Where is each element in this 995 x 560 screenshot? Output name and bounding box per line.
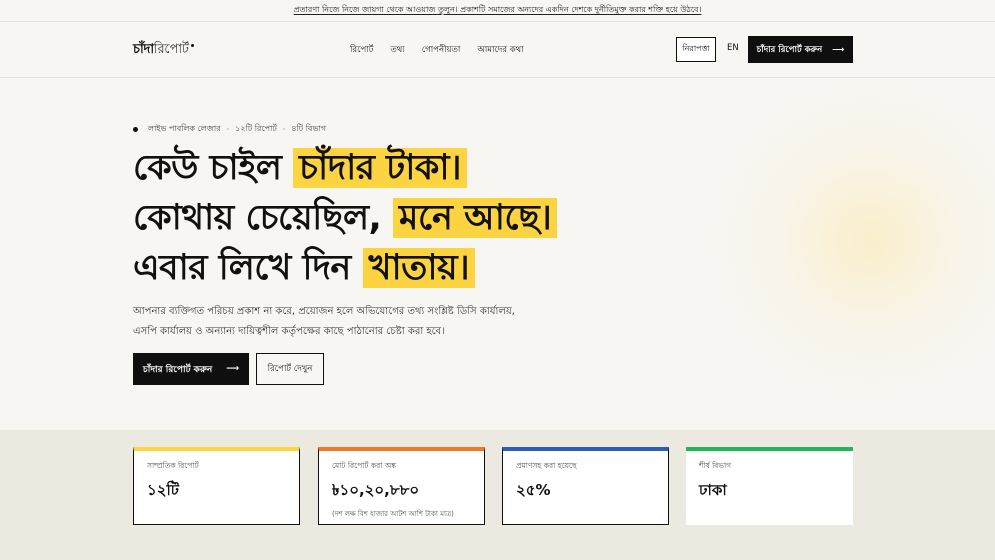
heading-line-1: কেউ চাইল চাঁদার টাকা। [133, 143, 557, 193]
arrow-right-icon: ⟶ [226, 364, 240, 374]
meta-sep: · [226, 125, 230, 134]
stat-label: মোট রিপোর্ট করা অঙ্ক [332, 461, 396, 470]
meta-live: লাইভ পাবলিক লেজার [148, 124, 221, 133]
heading-line-3-highlight: খাতায়। [362, 248, 476, 288]
heading-line-1-highlight: চাঁদার টাকা। [293, 148, 468, 188]
main-menu: রিপোর্ট তথ্য গোপনীয়তা আমাদের কথা [350, 43, 524, 57]
stats-section: সাম্প্রতিক রিপোর্ট ১২টি মোট রিপোর্ট করা … [0, 430, 995, 560]
hero-description: আপনার ব্যক্তিগত পরিচয় প্রকাশ না করে, প্… [133, 306, 515, 337]
logo-dot [190, 44, 194, 47]
heading-line-3: এবার লিখে দিন খাতায়। [133, 243, 557, 293]
meta-sep: · [282, 125, 286, 134]
heading-line-2: কোথায় চেয়েছিল, মনে আছে। [133, 193, 558, 243]
heading-line-3-plain: এবার লিখে দিন [133, 248, 351, 288]
stat-value: ১২টি [147, 481, 179, 499]
nav-report-button[interactable]: চাঁদার রিপোর্ট করুন ⟶ [748, 36, 853, 63]
heading-line-2-highlight: মনে আছে। [393, 198, 558, 238]
live-dot-icon [133, 127, 138, 132]
announcement-bar: প্রতারণা নিজে নিজে জায়গা থেকে আওয়াজ তু… [0, 0, 995, 22]
stat-label: সাম্প্রতিক রিপোর্ট [147, 461, 199, 470]
announcement-link[interactable]: প্রতারণা নিজে নিজে জায়গা থেকে আওয়াজ তু… [294, 4, 702, 17]
stat-value: ২৫% [516, 481, 551, 499]
stat-sub: (দশ লক্ষ বিশ হাজার আটশ আশি টাকা মাত্র) [332, 510, 454, 518]
menu-item-info[interactable]: তথ্য [390, 43, 404, 57]
background-glow [700, 90, 995, 390]
stat-value: ৳১০,২০,৮৮০ [332, 481, 420, 499]
arrow-right-icon: ⟶ [832, 44, 845, 55]
language-toggle[interactable]: EN [727, 43, 739, 53]
menu-item-about[interactable]: আমাদের কথা [477, 43, 523, 57]
stat-card-evidence: প্রমাণসহ করা হয়েছে ২৫% [502, 447, 669, 525]
logo-bold: চাঁদা [133, 42, 154, 57]
stat-card-recent: সাম্প্রতিক রিপোর্ট ১২টি [133, 447, 300, 525]
hero-meta: লাইভ পাবলিক লেজার · ১২টি রিপোর্ট · ৪টি ব… [133, 123, 326, 136]
navbar: চাঁদারিপোর্ট রিপোর্ট তথ্য গোপনীয়তা আমাদ… [0, 22, 995, 78]
security-button[interactable]: নিরাপত্তা [676, 37, 716, 62]
logo-light: রিপোর্ট [153, 42, 189, 57]
nav-report-label: চাঁদার রিপোর্ট করুন [756, 44, 823, 55]
stat-card-amount: মোট রিপোর্ট করা অঙ্ক ৳১০,২০,৮৮০ (দশ লক্ষ… [318, 447, 485, 525]
menu-item-reports[interactable]: রিপোর্ট [350, 43, 373, 57]
stat-card-top-division: শীর্ষ বিভাগ ঢাকা [686, 447, 853, 525]
stat-label: শীর্ষ বিভাগ [699, 461, 732, 470]
stat-value: ঢাকা [699, 481, 727, 499]
site-logo[interactable]: চাঁদারিপোর্ট [133, 40, 194, 61]
view-reports-button[interactable]: রিপোর্ট দেখুন [256, 353, 324, 385]
meta-divisions: ৪টি বিভাগ [291, 124, 326, 133]
report-button-label: চাঁদার রিপোর্ট করুন [142, 364, 213, 375]
stat-label: প্রমাণসহ করা হয়েছে [516, 461, 577, 470]
hero-heading: কেউ চাইল চাঁদার টাকা। কোথায় চেয়েছিল, ম… [133, 143, 558, 293]
report-button[interactable]: চাঁদার রিপোর্ট করুন ⟶ [133, 353, 249, 385]
heading-line-2-plain: কোথায় চেয়েছিল, [133, 198, 382, 238]
heading-line-1-plain: কেউ চাইল [133, 148, 282, 188]
menu-item-privacy[interactable]: গোপনীয়তা [422, 43, 461, 57]
meta-reports: ১২টি রিপোর্ট [235, 124, 277, 133]
